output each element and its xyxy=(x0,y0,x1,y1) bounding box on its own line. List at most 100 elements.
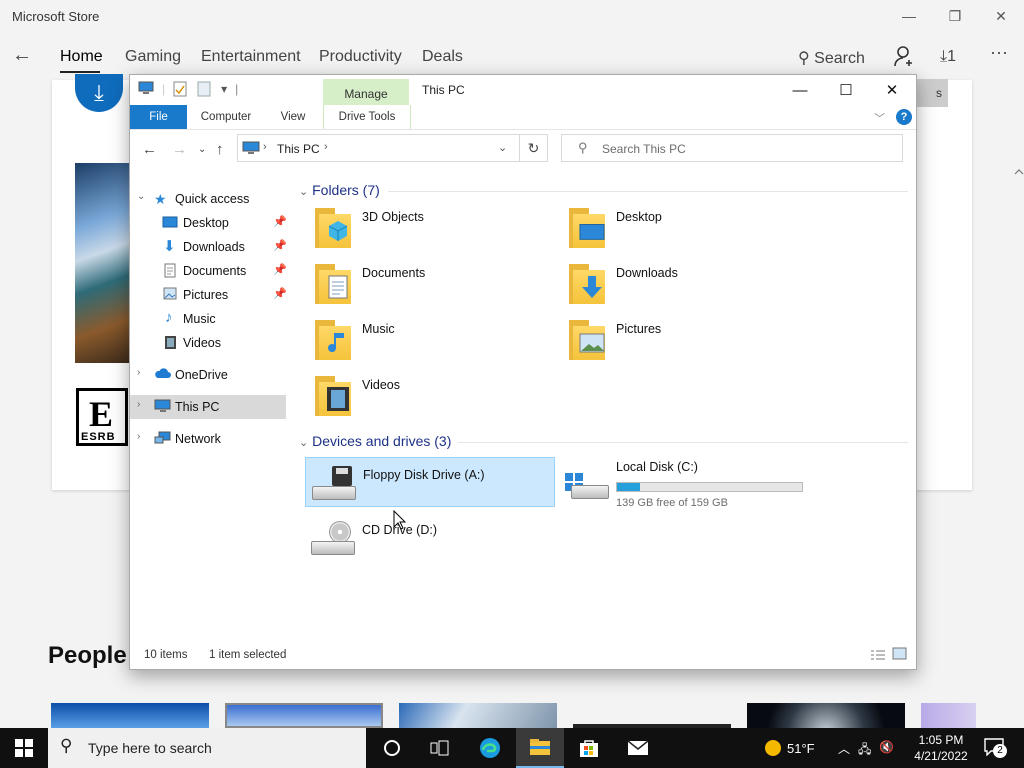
task-view-icon[interactable] xyxy=(416,728,464,768)
collapsed-chevron-icon[interactable]: › xyxy=(137,367,140,378)
drive-tile-floppy[interactable]: Floppy Disk Drive (A:) xyxy=(305,457,555,507)
file-explorer-taskbar-icon[interactable] xyxy=(516,728,564,768)
nav-network[interactable]: › Network xyxy=(130,427,286,451)
microsoft-store-taskbar-icon[interactable] xyxy=(565,728,613,768)
nav-gaming[interactable]: Gaming xyxy=(125,48,181,66)
tab-file[interactable]: File xyxy=(130,105,187,129)
back-arrow-icon[interactable]: ← xyxy=(12,44,32,67)
folder-tile-downloads[interactable]: Downloads xyxy=(559,258,809,308)
navigation-pane: ⌄ ★ Quick access Desktop 📌 ⬇ Downloads 📌… xyxy=(130,170,290,640)
more-options-button[interactable]: ··· xyxy=(990,42,1008,63)
refresh-button[interactable]: ↻ xyxy=(519,134,548,162)
properties-icon[interactable] xyxy=(173,81,189,97)
nav-downloads[interactable]: ⬇ Downloads 📌 xyxy=(130,235,287,259)
breadcrumb-chevron-icon[interactable]: › xyxy=(263,141,267,153)
network-status-icon[interactable]: 🖧 xyxy=(858,740,871,761)
group-collapse-chevron-icon[interactable]: ⌄ xyxy=(299,186,308,198)
nav-pictures[interactable]: Pictures 📌 xyxy=(130,283,287,307)
nav-deals[interactable]: Deals xyxy=(422,48,463,66)
breadcrumb-chevron-icon[interactable]: › xyxy=(324,141,328,153)
app-thumbnail[interactable] xyxy=(747,703,905,728)
store-action-button[interactable]: s xyxy=(912,79,948,107)
taskbar-search-box[interactable]: ⚲ Type here to search xyxy=(48,728,366,768)
explorer-minimize-button[interactable]: — xyxy=(777,75,823,105)
account-icon[interactable] xyxy=(893,44,915,73)
customize-qat-icon[interactable]: ▾ xyxy=(221,82,227,96)
app-thumbnail[interactable] xyxy=(225,703,383,728)
explorer-maximize-button[interactable]: ☐ xyxy=(823,75,869,105)
folder-label: Desktop xyxy=(616,210,662,224)
store-close-button[interactable]: ✕ xyxy=(978,0,1024,32)
nav-this-pc-label: This PC xyxy=(175,400,220,414)
disk-free-space: 139 GB free of 159 GB xyxy=(616,497,728,509)
group-collapse-chevron-icon[interactable]: ⌄ xyxy=(299,437,308,449)
explorer-title-bar[interactable]: | ▾ | Manage This PC — ☐ ✕ xyxy=(130,75,916,105)
folder-tile-3d-objects[interactable]: 3D Objects xyxy=(305,202,555,252)
nav-entertainment[interactable]: Entertainment xyxy=(201,48,301,66)
up-arrow-icon[interactable]: ↑ xyxy=(216,141,224,158)
clock[interactable]: 1:05 PM 4/21/2022 xyxy=(912,732,970,764)
details-view-icon[interactable] xyxy=(870,648,886,666)
manage-context-tab[interactable]: Manage xyxy=(323,79,409,105)
nav-videos[interactable]: Videos xyxy=(130,331,286,355)
drive-tile-cd[interactable]: CD Drive (D:) xyxy=(305,513,555,563)
cortana-icon[interactable] xyxy=(368,728,416,768)
nav-home[interactable]: Home xyxy=(60,48,103,66)
edge-browser-icon[interactable] xyxy=(466,728,514,768)
show-hidden-icons-chevron-icon[interactable]: ︿ xyxy=(838,740,850,761)
downloads-button[interactable]: ⤓1 xyxy=(940,48,956,66)
quick-access-toolbar: | ▾ | xyxy=(138,81,238,97)
nav-this-pc[interactable]: › This PC xyxy=(130,395,286,419)
address-dropdown-icon[interactable]: ⌄ xyxy=(498,141,507,154)
tab-computer[interactable]: Computer xyxy=(193,105,259,129)
app-thumbnail[interactable] xyxy=(51,703,209,728)
clock-time: 1:05 PM xyxy=(918,733,964,747)
explorer-close-button[interactable]: ✕ xyxy=(869,75,915,105)
tab-drive-tools[interactable]: Drive Tools xyxy=(323,105,411,129)
nav-onedrive-label: OneDrive xyxy=(175,368,228,382)
nav-onedrive[interactable]: › OneDrive xyxy=(130,363,286,387)
recent-locations-chevron-icon[interactable]: ⌄ xyxy=(198,144,206,155)
drives-group-header[interactable]: ⌄ Devices and drives (3) xyxy=(299,433,451,449)
large-icons-view-icon[interactable] xyxy=(892,647,907,665)
expand-ribbon-icon[interactable]: ﹀ xyxy=(874,110,885,126)
notification-count-badge: 2 xyxy=(993,744,1007,758)
nav-quick-access[interactable]: ⌄ ★ Quick access xyxy=(130,187,286,211)
nav-documents[interactable]: Documents 📌 xyxy=(130,259,287,283)
file-explorer-window: | ▾ | Manage This PC — ☐ ✕ File Computer… xyxy=(129,74,917,670)
nav-productivity[interactable]: Productivity xyxy=(319,48,402,66)
start-button[interactable] xyxy=(0,728,48,768)
forward-arrow-icon[interactable]: → xyxy=(172,141,187,158)
folder-tile-documents[interactable]: Documents xyxy=(305,258,555,308)
disk-capacity-fill xyxy=(617,483,641,491)
expanded-chevron-icon[interactable]: ⌄ xyxy=(137,191,145,202)
nav-desktop[interactable]: Desktop 📌 xyxy=(130,211,287,235)
store-restore-button[interactable]: ❐ xyxy=(932,0,978,32)
folders-group-header[interactable]: ⌄ Folders (7) xyxy=(299,182,380,198)
drive-tile-local-disk[interactable]: Local Disk (C:) 139 GB free of 159 GB xyxy=(559,457,809,509)
search-input[interactable]: ⚲ Search This PC xyxy=(561,134,903,162)
address-box[interactable]: › This PC › ⌄ xyxy=(237,134,548,162)
store-scrollbar[interactable] xyxy=(1014,80,1024,728)
collapsed-chevron-icon[interactable]: › xyxy=(137,431,140,442)
pictures-icon xyxy=(163,287,179,303)
help-icon[interactable]: ? xyxy=(896,109,912,125)
store-search-button[interactable]: ⚲ Search xyxy=(798,48,865,68)
this-pc-icon xyxy=(242,141,260,154)
store-minimize-button[interactable]: — xyxy=(886,0,932,32)
collapsed-chevron-icon[interactable]: › xyxy=(137,399,140,410)
back-arrow-icon[interactable]: ← xyxy=(142,141,157,158)
tab-view[interactable]: View xyxy=(270,105,316,129)
new-folder-icon[interactable] xyxy=(197,81,213,97)
volume-muted-icon[interactable]: 🔇 xyxy=(879,740,894,761)
action-center-icon[interactable]: 2 xyxy=(984,738,1007,758)
nav-music[interactable]: ♪ Music xyxy=(130,307,286,331)
app-thumbnail[interactable] xyxy=(399,703,557,728)
folder-tile-pictures[interactable]: Pictures xyxy=(559,314,809,364)
mail-icon[interactable] xyxy=(614,728,662,768)
weather-widget[interactable]: 51°F xyxy=(765,728,815,768)
app-thumbnail[interactable] xyxy=(921,703,976,728)
folder-tile-music[interactable]: Music xyxy=(305,314,555,364)
folder-tile-desktop[interactable]: Desktop xyxy=(559,202,809,252)
folder-tile-videos[interactable]: Videos xyxy=(305,370,555,420)
